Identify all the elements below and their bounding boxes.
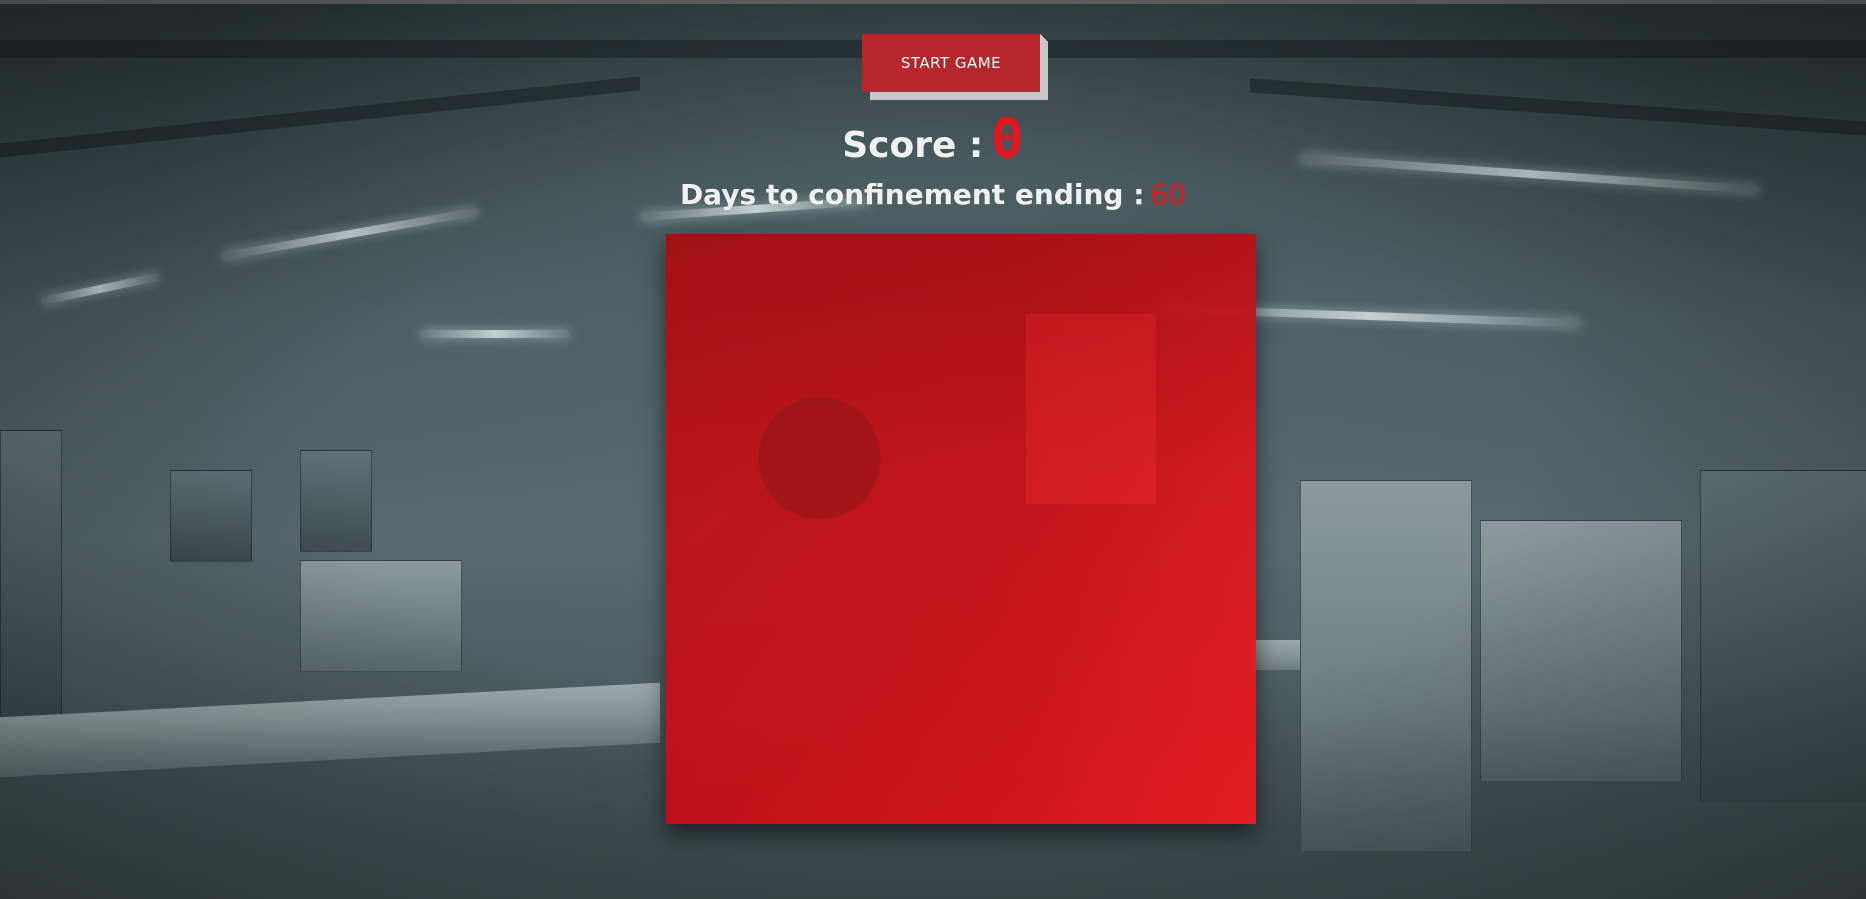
score-value: 0 [991, 107, 1024, 170]
score-display: Score :0 [0, 112, 1866, 166]
days-remaining-display: Days to confinement ending :60 [0, 178, 1866, 211]
game-board[interactable] [666, 234, 1256, 824]
score-label: Score : [842, 125, 984, 166]
board-shading [666, 234, 1256, 824]
days-label: Days to confinement ending : [679, 178, 1145, 211]
days-value: 60 [1150, 178, 1187, 211]
start-game-button[interactable]: START GAME [862, 34, 1048, 92]
